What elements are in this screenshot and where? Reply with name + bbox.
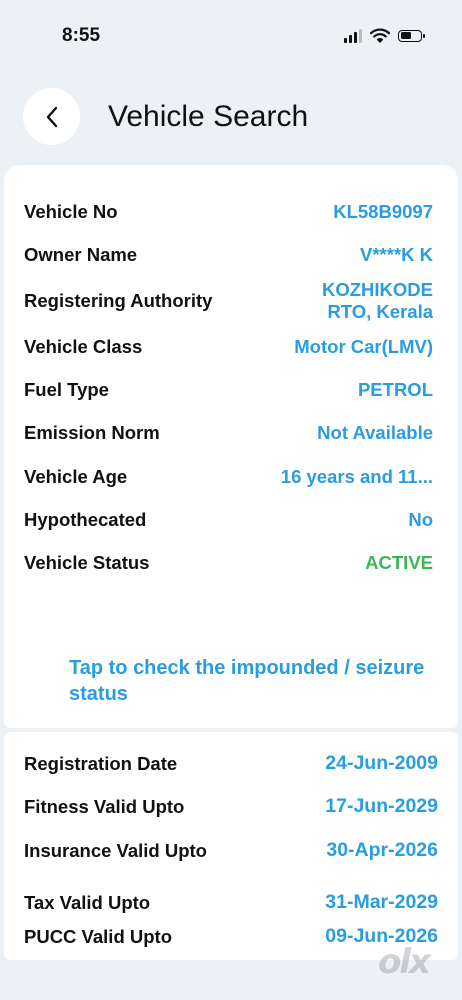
validity-label: Insurance Valid Upto xyxy=(24,839,207,861)
detail-label: Vehicle Class xyxy=(24,336,143,357)
validity-card: Registration Date 24-Jun-2009 Fitness Va… xyxy=(4,732,458,960)
detail-row-vehicle-status: Vehicle Status ACTIVE xyxy=(24,552,433,574)
validity-row-registration-date: Registration Date 24-Jun-2009 xyxy=(24,752,438,775)
detail-label: Fuel Type xyxy=(24,379,109,400)
battery-icon xyxy=(398,29,425,42)
validity-value: 17-Jun-2029 xyxy=(325,795,438,817)
detail-row-vehicle-class: Vehicle Class Motor Car(LMV) xyxy=(24,336,433,358)
detail-label: Vehicle No xyxy=(24,201,118,222)
back-button[interactable] xyxy=(23,88,80,145)
detail-row-emission-norm: Emission Norm Not Available xyxy=(24,422,433,444)
detail-row-vehicle-no: Vehicle No KL58B9097 xyxy=(24,201,433,223)
validity-row-tax: Tax Valid Upto 31-Mar-2029 xyxy=(24,891,438,914)
detail-label: Registering Authority xyxy=(24,290,213,311)
detail-label: Vehicle Status xyxy=(24,552,150,573)
status-time: 8:55 xyxy=(62,25,101,46)
detail-value-line: RTO, Kerala xyxy=(327,301,433,322)
detail-label: Owner Name xyxy=(24,244,138,265)
status-icons xyxy=(344,28,425,43)
status-badge: ACTIVE xyxy=(365,552,433,573)
validity-value: 31-Mar-2029 xyxy=(325,891,438,913)
validity-row-pucc: PUCC Valid Upto 09-Jun-2026 xyxy=(24,925,438,948)
olx-watermark: olx xyxy=(378,942,431,982)
cellular-signal-icon xyxy=(344,28,362,43)
validity-label: Tax Valid Upto xyxy=(24,891,151,913)
detail-value: Not Available xyxy=(317,422,433,443)
validity-row-insurance: Insurance Valid Upto 30-Apr-2026 xyxy=(24,839,438,862)
wifi-icon xyxy=(370,28,390,43)
detail-label: Hypothecated xyxy=(24,509,147,530)
detail-row-vehicle-age: Vehicle Age 16 years and 11... xyxy=(24,466,433,488)
validity-value: 30-Apr-2026 xyxy=(326,839,438,861)
validity-label: Fitness Valid Upto xyxy=(24,795,185,817)
detail-value: PETROL xyxy=(357,379,433,400)
detail-value: KL58B9097 xyxy=(333,201,433,222)
detail-label: Emission Norm xyxy=(24,422,160,443)
page-title: Vehicle Search xyxy=(108,100,309,133)
detail-value: Motor Car(LMV) xyxy=(294,336,433,357)
detail-value: 16 years and 11... xyxy=(280,466,433,487)
detail-row-owner-name: Owner Name V****K K xyxy=(24,244,433,266)
detail-row-registering-authority: Registering Authority KOZHIKODE RTO, Ker… xyxy=(24,279,433,323)
detail-value-line: KOZHIKODE xyxy=(322,279,433,300)
detail-value: KOZHIKODE RTO, Kerala xyxy=(322,279,433,323)
validity-label: PUCC Valid Upto xyxy=(24,925,173,947)
detail-row-fuel-type: Fuel Type PETROL xyxy=(24,379,433,401)
vehicle-details-card: Vehicle No KL58B9097 Owner Name V****K K… xyxy=(4,165,458,728)
validity-row-fitness: Fitness Valid Upto 17-Jun-2029 xyxy=(24,795,438,818)
detail-value: V****K K xyxy=(360,244,433,265)
status-bar: 8:55 xyxy=(0,0,462,70)
detail-value: No xyxy=(408,509,433,530)
validity-label: Registration Date xyxy=(24,752,178,774)
detail-row-hypothecated: Hypothecated No xyxy=(24,509,433,531)
chevron-left-icon xyxy=(46,106,57,127)
detail-label: Vehicle Age xyxy=(24,466,128,487)
validity-value: 24-Jun-2009 xyxy=(325,752,438,774)
impound-status-link[interactable]: Tap to check the impounded / seizure sta… xyxy=(69,655,429,707)
